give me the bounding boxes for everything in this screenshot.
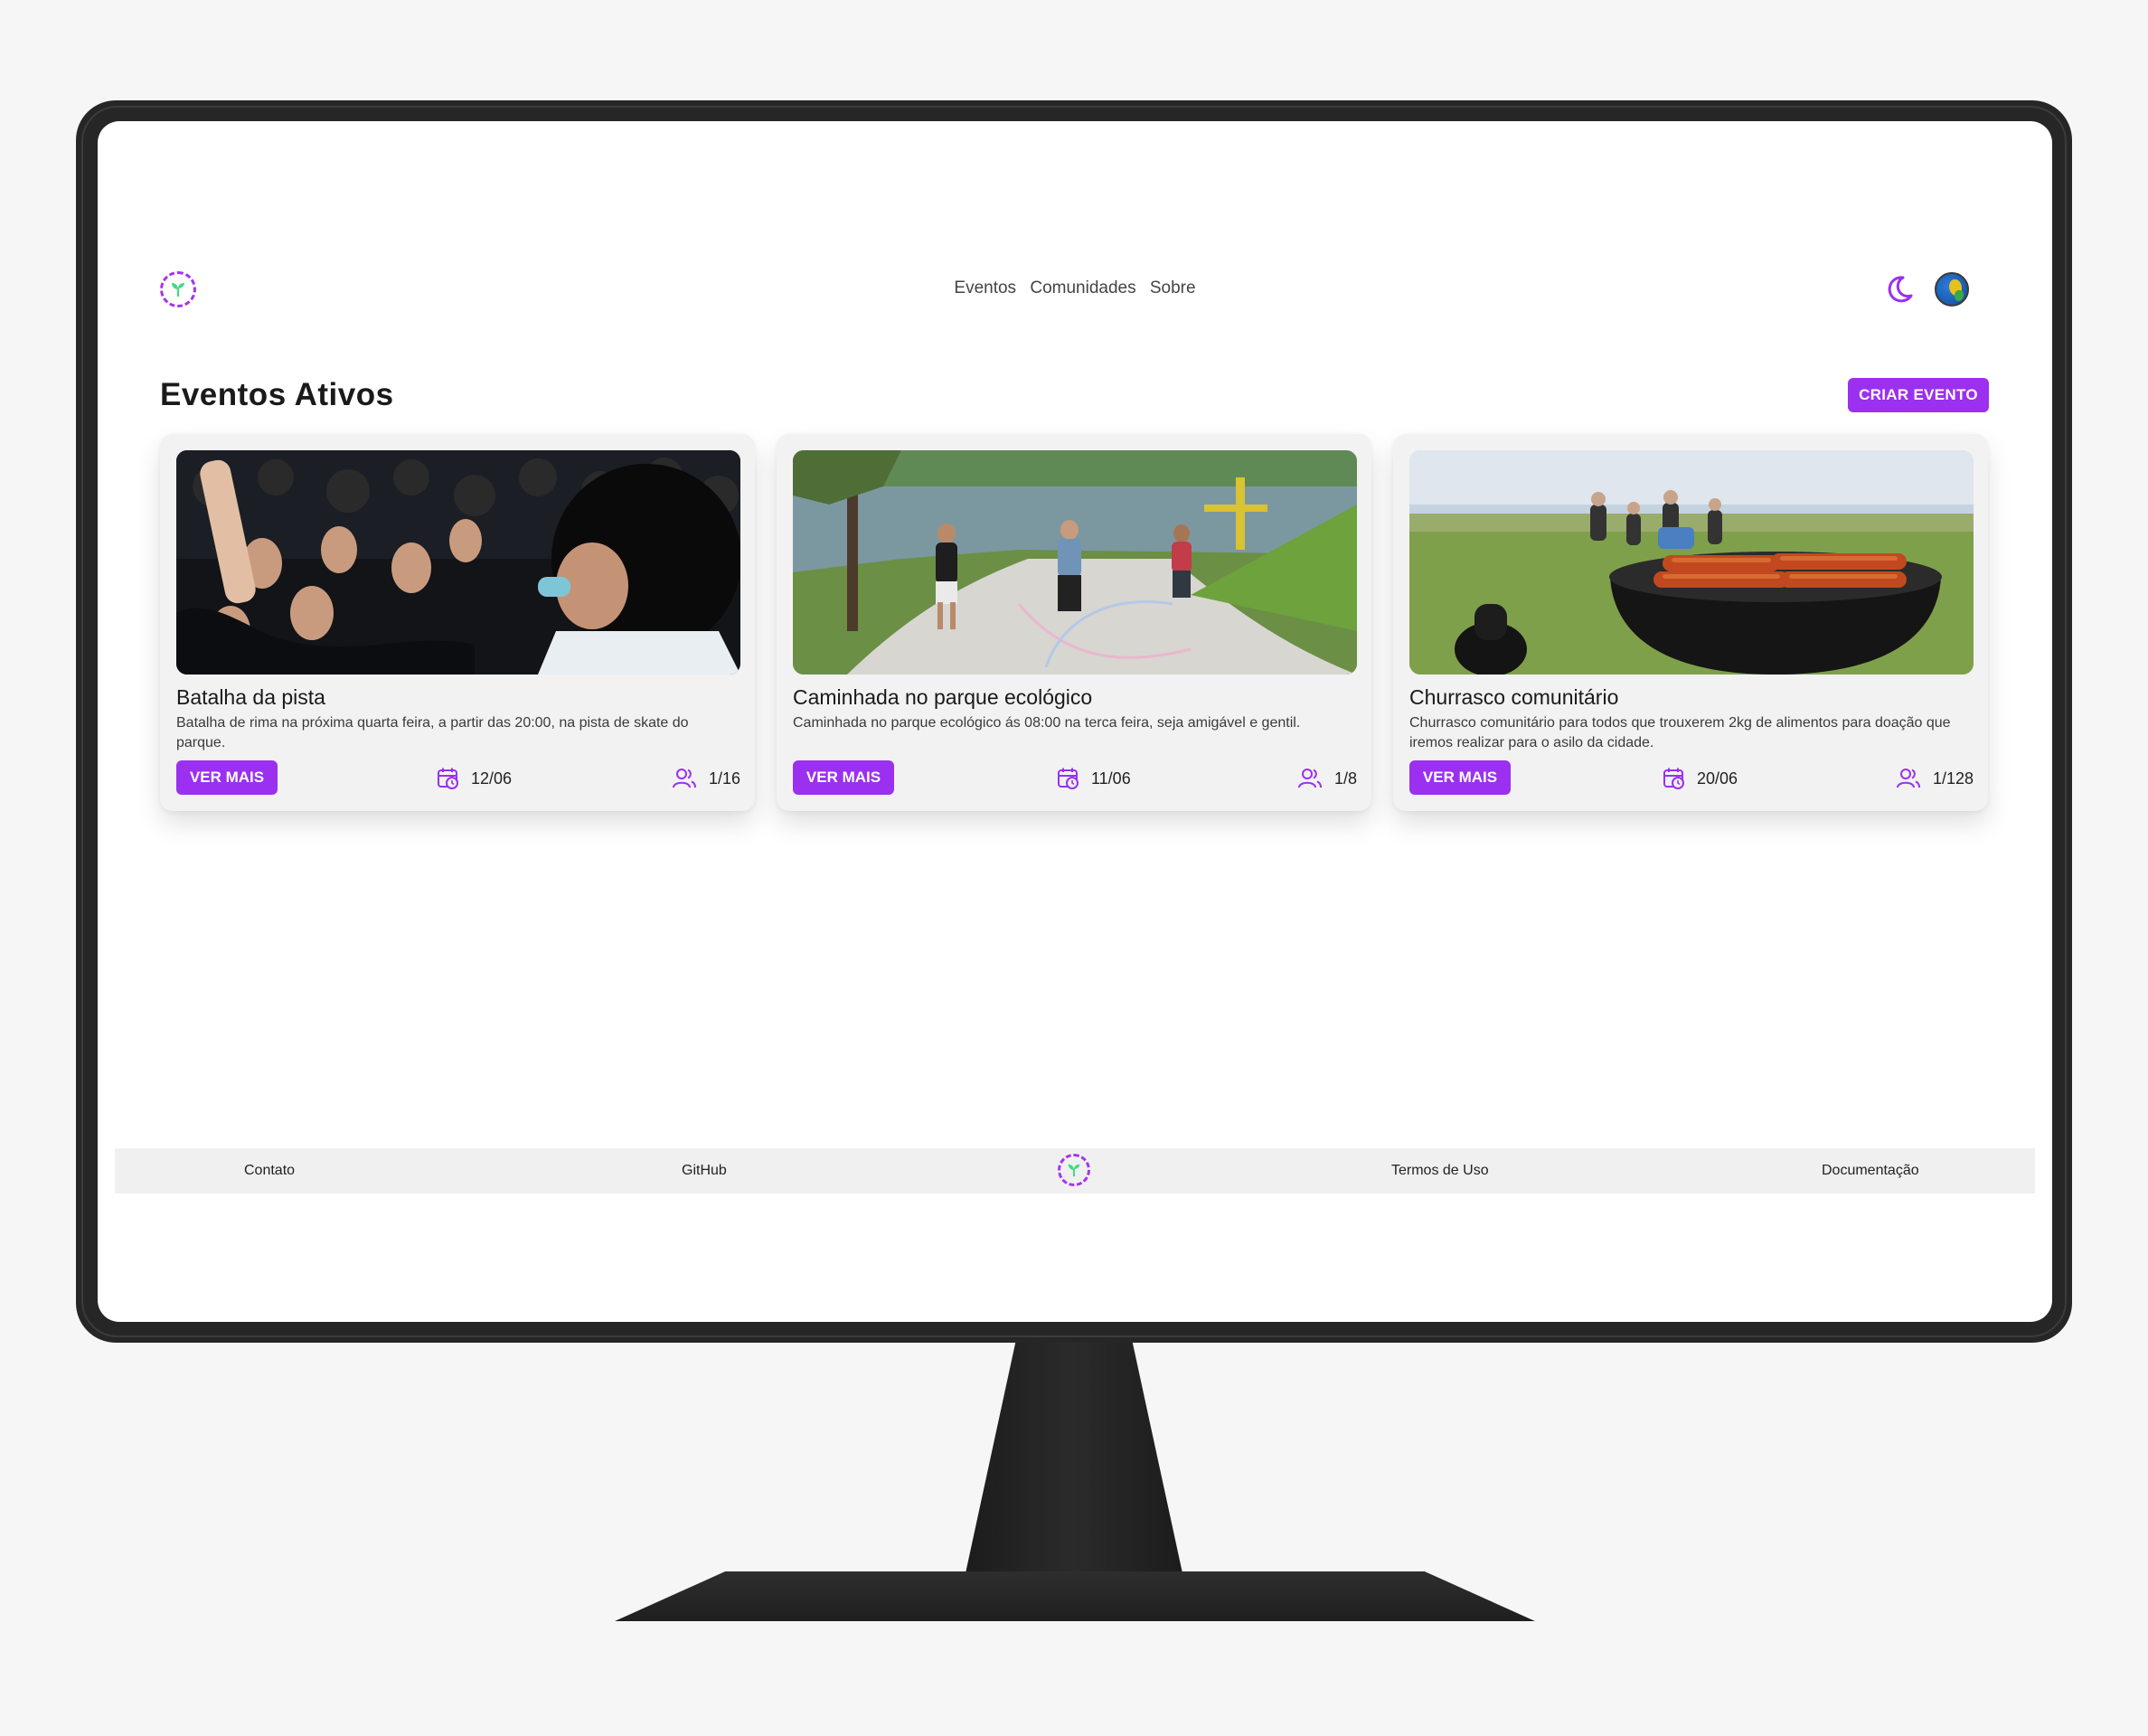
event-title: Batalha da pista <box>176 685 325 709</box>
event-card[interactable]: Caminhada no parque ecológico Caminhada … <box>777 434 1371 811</box>
event-card-list: Batalha da pista Batalha de rima na próx… <box>160 434 1990 814</box>
moon-icon[interactable] <box>1883 273 1916 306</box>
event-image-park-walk <box>793 450 1357 675</box>
event-card[interactable]: Churrasco comunitário Churrasco comunitá… <box>1393 434 1988 811</box>
monitor-stand-base <box>615 1571 1535 1621</box>
nav-comunidades[interactable]: Comunidades <box>1030 278 1135 297</box>
event-participants: 1/128 <box>1896 767 1974 790</box>
nav-eventos[interactable]: Eventos <box>954 278 1016 297</box>
event-participants: 1/16 <box>672 767 740 790</box>
footer-link-contato[interactable]: Contato <box>244 1163 295 1179</box>
top-navbar: Eventos Comunidades Sobre <box>115 253 2035 326</box>
event-card[interactable]: Batalha da pista Batalha de rima na próx… <box>160 434 755 811</box>
see-more-button[interactable]: VER MAIS <box>1409 760 1511 795</box>
event-participants-value: 1/8 <box>1333 769 1357 788</box>
event-description: Batalha de rima na próxima quarta feira,… <box>176 715 689 750</box>
app-window: Eventos Comunidades Sobre Eventos Ativos… <box>115 253 2035 1194</box>
event-title: Churrasco comunitário <box>1409 685 1619 709</box>
users-icon <box>672 769 696 788</box>
footer-link-termos[interactable]: Termos de Uso <box>1391 1163 1489 1179</box>
see-more-button[interactable]: VER MAIS <box>793 760 894 795</box>
event-description: Churrasco comunitário para todos que tro… <box>1409 715 1951 750</box>
footer: Contato GitHub Termos de Uso Documentaçã… <box>115 1148 2035 1194</box>
event-participants: 1/8 <box>1297 767 1357 790</box>
event-date-value: 12/06 <box>471 769 513 788</box>
users-icon <box>1297 769 1322 788</box>
globe-icon[interactable] <box>1935 272 1969 307</box>
event-description: Caminhada no parque ecológico ás 08:00 n… <box>793 715 1301 731</box>
monitor-stand-neck <box>966 1343 1182 1573</box>
footer-link-github[interactable]: GitHub <box>682 1163 727 1179</box>
event-title: Caminhada no parque ecológico <box>793 685 1093 709</box>
users-icon <box>1896 769 1920 788</box>
see-more-button[interactable]: VER MAIS <box>176 760 278 795</box>
event-participants-value: 1/16 <box>708 769 740 788</box>
sprout-icon <box>1068 1164 1080 1177</box>
event-date: 11/06 <box>1057 767 1131 790</box>
event-date: 12/06 <box>437 767 512 790</box>
event-image-concert <box>176 450 740 675</box>
page-title: Eventos Ativos <box>160 377 394 412</box>
calendar-clock-icon <box>438 768 458 789</box>
event-participants-value: 1/128 <box>1932 769 1974 788</box>
create-event-button[interactable]: CRIAR EVENTO <box>1848 378 1989 412</box>
event-date-value: 20/06 <box>1697 769 1738 788</box>
nav-sobre[interactable]: Sobre <box>1150 278 1196 297</box>
calendar-clock-icon <box>1663 768 1684 789</box>
calendar-clock-icon <box>1058 768 1079 789</box>
footer-link-documentacao[interactable]: Documentação <box>1822 1163 1919 1179</box>
event-date: 20/06 <box>1663 767 1738 790</box>
event-date-value: 11/06 <box>1091 769 1131 788</box>
event-image-barbecue <box>1409 450 1974 675</box>
main-nav: Eventos Comunidades Sobre <box>115 278 2035 298</box>
footer-logo-icon[interactable] <box>1058 1154 1090 1186</box>
